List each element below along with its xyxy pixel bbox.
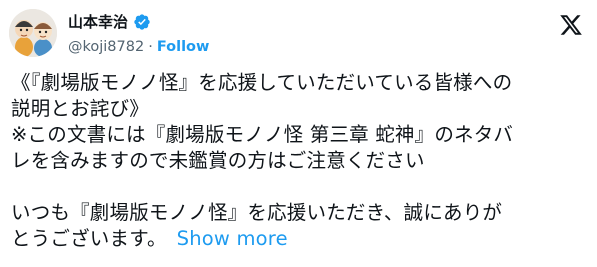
tweet-card[interactable]: 山本幸治 @koji8782 · Follow 《『劇場版モノノ怪』を応援してい… bbox=[0, 0, 597, 267]
follow-button[interactable]: Follow bbox=[157, 38, 210, 56]
tweet-line: いつも『劇場版モノノ怪』を応援いただき、誠にありが bbox=[11, 201, 503, 224]
tweet-line: レを含みますので未鑑賞の方はご注意ください bbox=[11, 149, 425, 172]
author-display-name[interactable]: 山本幸治 bbox=[68, 12, 128, 32]
tweet-last-line: とうございます。 Show more bbox=[11, 226, 591, 252]
tweet-line: 説明とお詫び》 bbox=[11, 97, 149, 120]
x-logo-icon[interactable] bbox=[559, 13, 583, 37]
tweet-text: 《『劇場版モノノ怪』を応援していただいている皆様への 説明とお詫び》 ※この文書… bbox=[11, 70, 591, 252]
avatar-figurines-image bbox=[9, 9, 57, 57]
avatar[interactable] bbox=[9, 9, 57, 57]
show-more-link[interactable]: Show more bbox=[177, 227, 288, 250]
tweet-line: 《『劇場版モノノ怪』を応援していただいている皆様への bbox=[11, 71, 513, 94]
tweet-header: 山本幸治 @koji8782 · Follow bbox=[68, 10, 577, 58]
name-row: 山本幸治 bbox=[68, 10, 151, 34]
tweet-line: ※この文書には『劇場版モノノ怪 第三章 蛇神』のネタバ bbox=[11, 123, 514, 146]
verified-badge-icon bbox=[133, 13, 151, 31]
handle-row: @koji8782 · Follow bbox=[68, 38, 209, 56]
author-handle[interactable]: @koji8782 bbox=[68, 38, 144, 56]
separator-dot: · bbox=[148, 39, 153, 55]
paragraph-break bbox=[11, 174, 591, 200]
tweet-line: とうございます。 bbox=[11, 227, 167, 250]
